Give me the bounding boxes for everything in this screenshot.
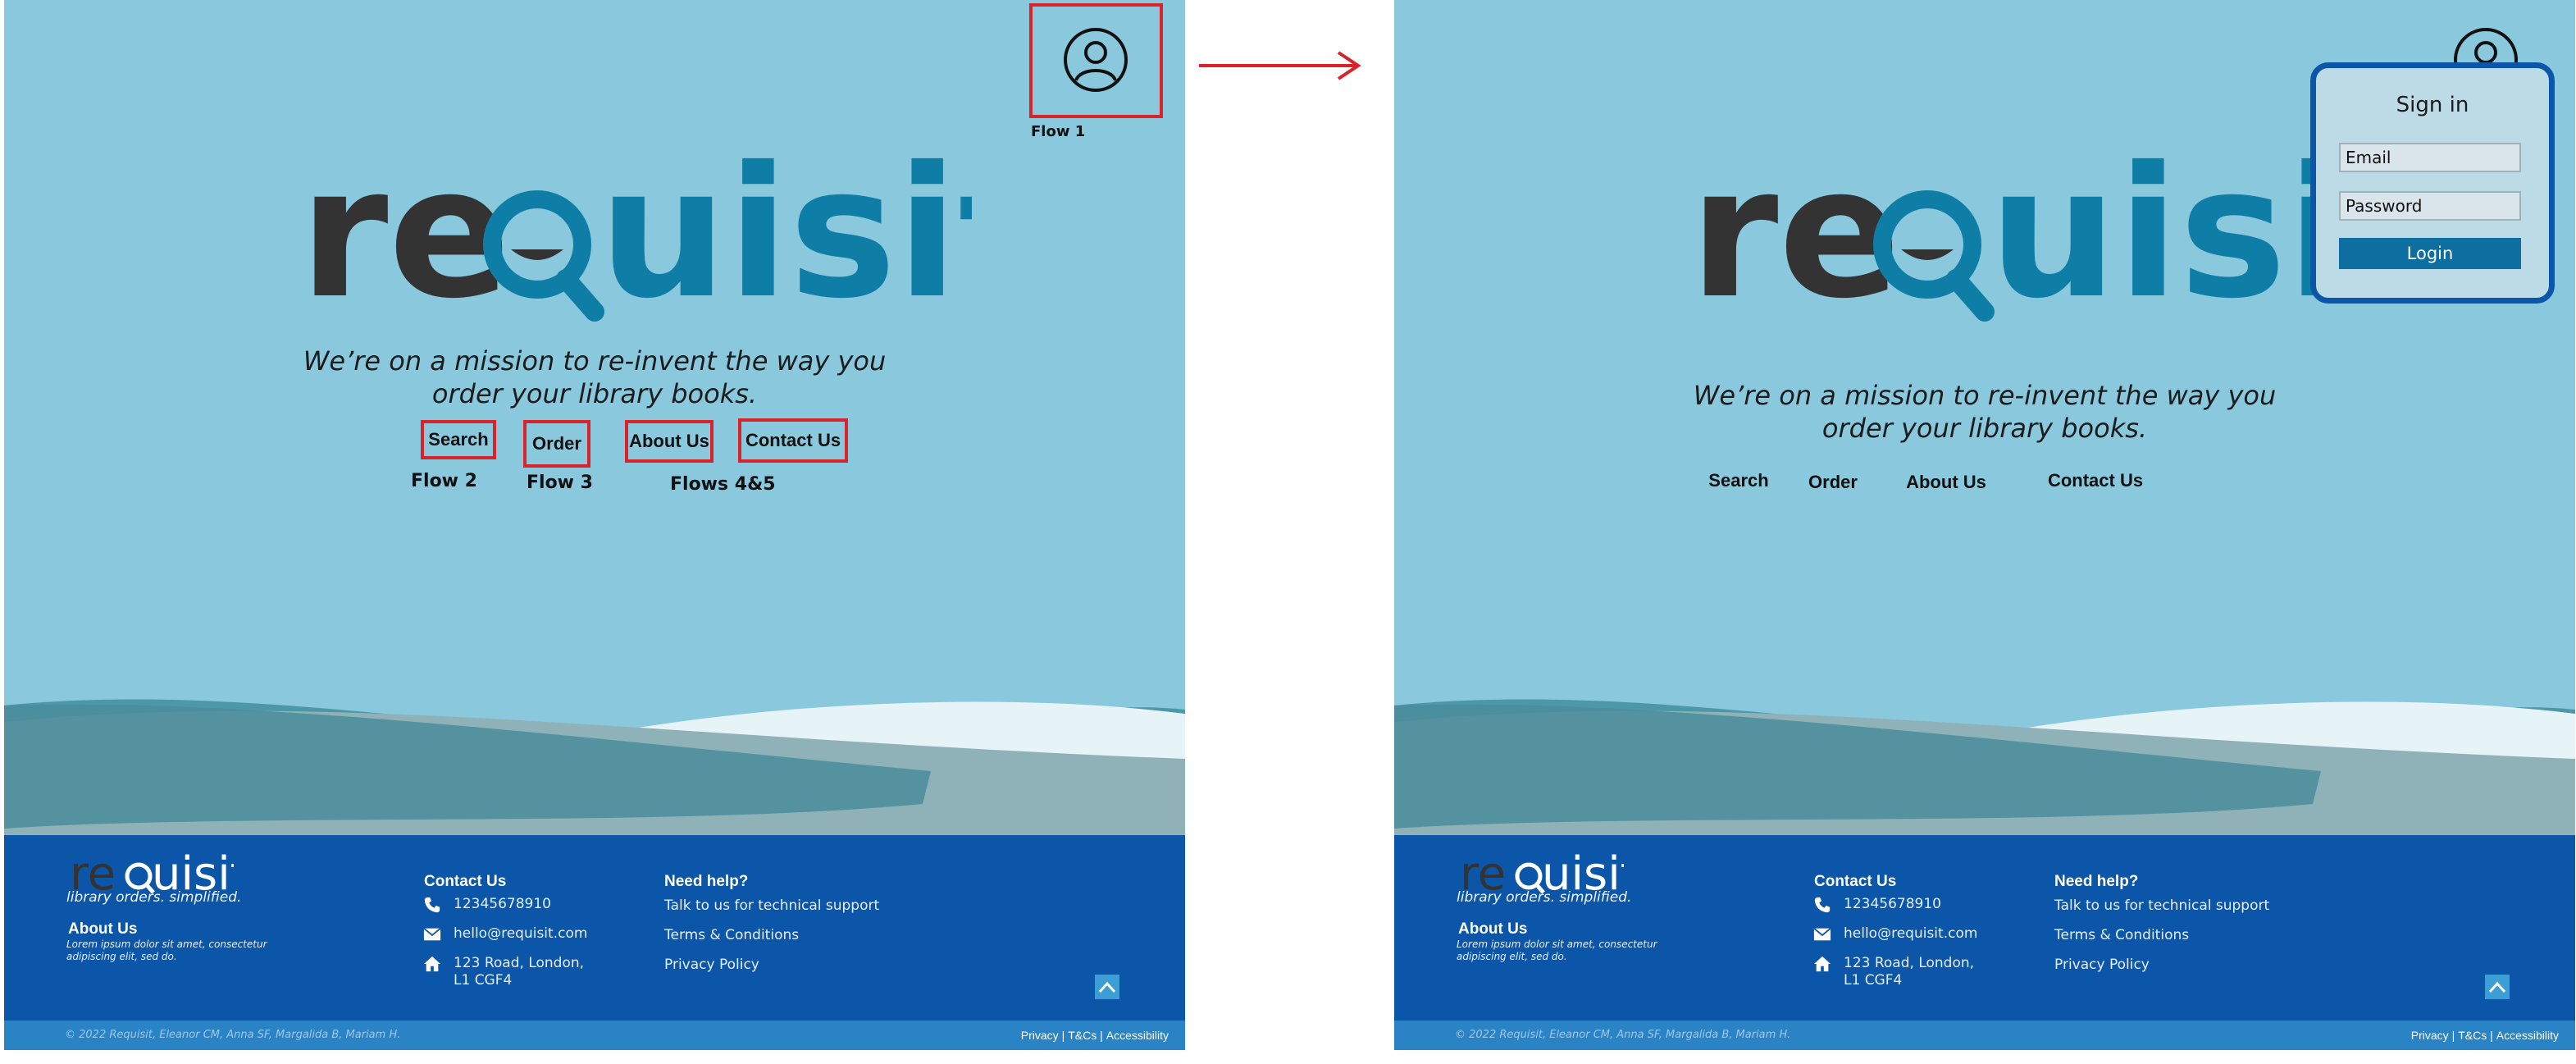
requisit-logo: re uisit [1689,128,2435,338]
address-line1: 123 Road, London, [454,955,585,971]
requisit-logo: re uisit [299,128,1045,338]
help-link-privacy[interactable]: Privacy Policy [2054,957,2150,973]
legal-links: Privacy | T&Cs | Accessibility [2411,1029,2559,1042]
accessibility-link[interactable]: Accessibility [2496,1029,2559,1042]
nav-search-button[interactable]: Search [1702,468,1776,494]
mission-tagline: We’re on a mission to re-invent the way … [226,345,964,410]
mission-tagline: We’re on a mission to re-invent the way … [1616,379,2354,445]
footer-slogan: library orders. simplified. [66,889,242,906]
flow1-label: Flow 1 [1031,123,1086,140]
legal-links: Privacy | T&Cs | Accessibility [1021,1029,1169,1042]
footer-slogan: library orders. simplified. [1457,889,1632,906]
footer-email-row[interactable]: hello@requisit.com [422,925,587,943]
help-link-privacy[interactable]: Privacy Policy [664,957,759,973]
footer-phone: 12345678910 [1844,896,1941,912]
decorative-waves [1394,689,2575,837]
footer-help-title: Need help? [664,873,749,890]
nav-contact-button[interactable]: Contact Us [2038,468,2153,494]
accessibility-link[interactable]: Accessibility [1106,1029,1169,1042]
tagline-line2: order your library books. [1821,413,2148,444]
arrow-right-icon [1197,49,1361,82]
homepage-screen-left: Flow 1 re uisit We’re on a mission to re… [4,0,1185,1050]
signin-popup: Sign in Login [2310,62,2555,304]
decorative-waves [4,689,1185,837]
footer-about-text: Lorem ipsum dolor sit amet, consectetur … [66,938,267,962]
user-icon[interactable] [1062,26,1129,94]
login-button[interactable]: Login [2339,238,2521,269]
tagline-line1: We’re on a mission to re-invent the way … [1693,380,2277,411]
footer-contact-title: Contact Us [1814,873,1897,890]
footer-email: hello@requisit.com [1844,925,1978,942]
nav-about-button[interactable]: About Us [625,420,714,463]
address-line2: L1 CGF4 [454,972,513,989]
copyright-text: © 2022 Requisit, Eleanor CM, Anna SF, Ma… [1455,1029,1791,1041]
mail-icon [422,925,442,943]
tagline-line1: We’re on a mission to re-invent the way … [303,345,887,377]
nav-order-button[interactable]: Order [1800,469,1866,495]
logo-text-re: re [1689,148,1901,336]
footer-address: 123 Road, London, L1 CGF4 [454,955,584,989]
logo-text-re: re [299,148,511,336]
footer-phone: 12345678910 [454,896,551,912]
nav-order-button[interactable]: Order [523,420,590,468]
scroll-to-top-button[interactable] [2485,975,2510,999]
footer-about-text: Lorem ipsum dolor sit amet, consectetur … [1457,938,1657,962]
footer-contact-title: Contact Us [424,873,507,890]
footer-address: 123 Road, London, L1 CGF4 [1844,955,1974,989]
flow3-label: Flow 3 [527,473,593,493]
nav-search-button[interactable]: Search [421,420,496,459]
mail-icon [1812,925,1832,943]
footer-phone-row[interactable]: 12345678910 [1812,896,1941,914]
homepage-screen-right: re uisit We’re on a mission to re-invent… [1394,0,2575,1050]
footer-address-row: 123 Road, London, L1 CGF4 [1812,955,1974,989]
address-line1: 123 Road, London, [1844,955,1975,971]
privacy-link[interactable]: Privacy | [2411,1029,2455,1042]
password-field[interactable] [2339,191,2521,221]
tcs-link[interactable]: T&Cs | [1068,1029,1103,1042]
tcs-link[interactable]: T&Cs | [2458,1029,2493,1042]
help-link-terms[interactable]: Terms & Conditions [2054,927,2189,943]
footer-bottom-bar: © 2022 Requisit, Eleanor CM, Anna SF, Ma… [4,1021,1185,1050]
privacy-link[interactable]: Privacy | [1021,1029,1065,1042]
chevron-up-icon [1098,981,1116,993]
phone-icon [422,896,442,914]
site-footer: re uisit library orders. simplified. Abo… [4,835,1185,1021]
footer-address-row: 123 Road, London, L1 CGF4 [422,955,584,989]
svg-text:uisit: uisit [599,148,972,336]
footer-email-row[interactable]: hello@requisit.com [1812,925,1977,943]
home-icon [1812,955,1832,973]
phone-icon [1812,896,1832,914]
home-icon [422,955,442,973]
footer-bottom-bar: © 2022 Requisit, Eleanor CM, Anna SF, Ma… [1394,1021,2575,1050]
help-link-terms[interactable]: Terms & Conditions [664,927,799,943]
flow2-label: Flow 2 [411,471,477,491]
copyright-text: © 2022 Requisit, Eleanor CM, Anna SF, Ma… [65,1029,401,1041]
footer-help-title: Need help? [2054,873,2139,890]
flows45-label: Flows 4&5 [670,474,776,495]
address-line2: L1 CGF4 [1844,972,1903,989]
tagline-line2: order your library books. [431,378,758,409]
footer-phone-row[interactable]: 12345678910 [422,896,551,914]
nav-contact-button[interactable]: Contact Us [738,418,848,463]
footer-about-title: About Us [1458,920,1528,938]
help-link-support[interactable]: Talk to us for technical support [664,897,879,914]
scroll-to-top-button[interactable] [1095,975,1119,999]
site-footer: re uisit library orders. simplified. Abo… [1394,835,2575,1021]
nav-about-button[interactable]: About Us [1901,469,1991,495]
svg-text:uisit: uisit [1989,148,2362,336]
signin-title: Sign in [2396,93,2469,117]
footer-email: hello@requisit.com [454,925,588,942]
footer-about-title: About Us [68,920,138,938]
help-link-support[interactable]: Talk to us for technical support [2054,897,2269,914]
chevron-up-icon [2488,981,2506,993]
email-field[interactable] [2339,143,2521,172]
